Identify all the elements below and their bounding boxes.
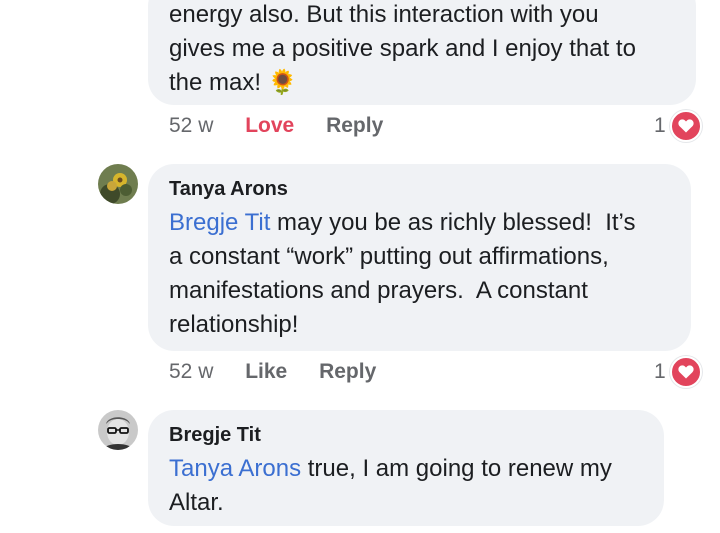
comment-text: Tanya Arons true, I am going to renew my… — [169, 455, 612, 516]
timestamp: 52 w — [169, 360, 214, 383]
comment-bubble: Tanya Arons Bregje Tit may you be as ric… — [148, 164, 691, 351]
mention-link[interactable]: Bregje Tit — [169, 209, 270, 236]
comment-text: energy also. But this interaction with y… — [169, 1, 636, 96]
comment-text: Bregje Tit may you be as richly blessed!… — [169, 209, 636, 338]
timestamp: 52 w — [169, 114, 214, 137]
love-button[interactable]: Love — [245, 114, 294, 137]
comment-actions: 52 w Like Reply — [169, 360, 402, 384]
comment-bubble: Bregje Tit Tanya Arons true, I am going … — [148, 410, 664, 526]
heart-icon[interactable] — [670, 110, 702, 142]
sunflower-emoji: 🌻 — [267, 69, 298, 96]
reaction-count: 1 — [654, 114, 666, 137]
comment-author[interactable]: Tanya Arons — [169, 176, 691, 202]
comment-bubble: energy also. But this interaction with y… — [148, 0, 696, 105]
like-button[interactable]: Like — [245, 360, 287, 383]
avatar[interactable] — [98, 410, 138, 450]
reply-button[interactable]: Reply — [326, 114, 383, 137]
reaction-count: 1 — [654, 360, 666, 383]
comment-actions: 52 w Love Reply — [169, 114, 409, 138]
reply-button[interactable]: Reply — [319, 360, 376, 383]
avatar[interactable] — [98, 164, 138, 204]
mention-link[interactable]: Tanya Arons — [169, 455, 301, 482]
heart-icon[interactable] — [670, 356, 702, 388]
comment-author[interactable]: Bregje Tit — [169, 422, 664, 448]
